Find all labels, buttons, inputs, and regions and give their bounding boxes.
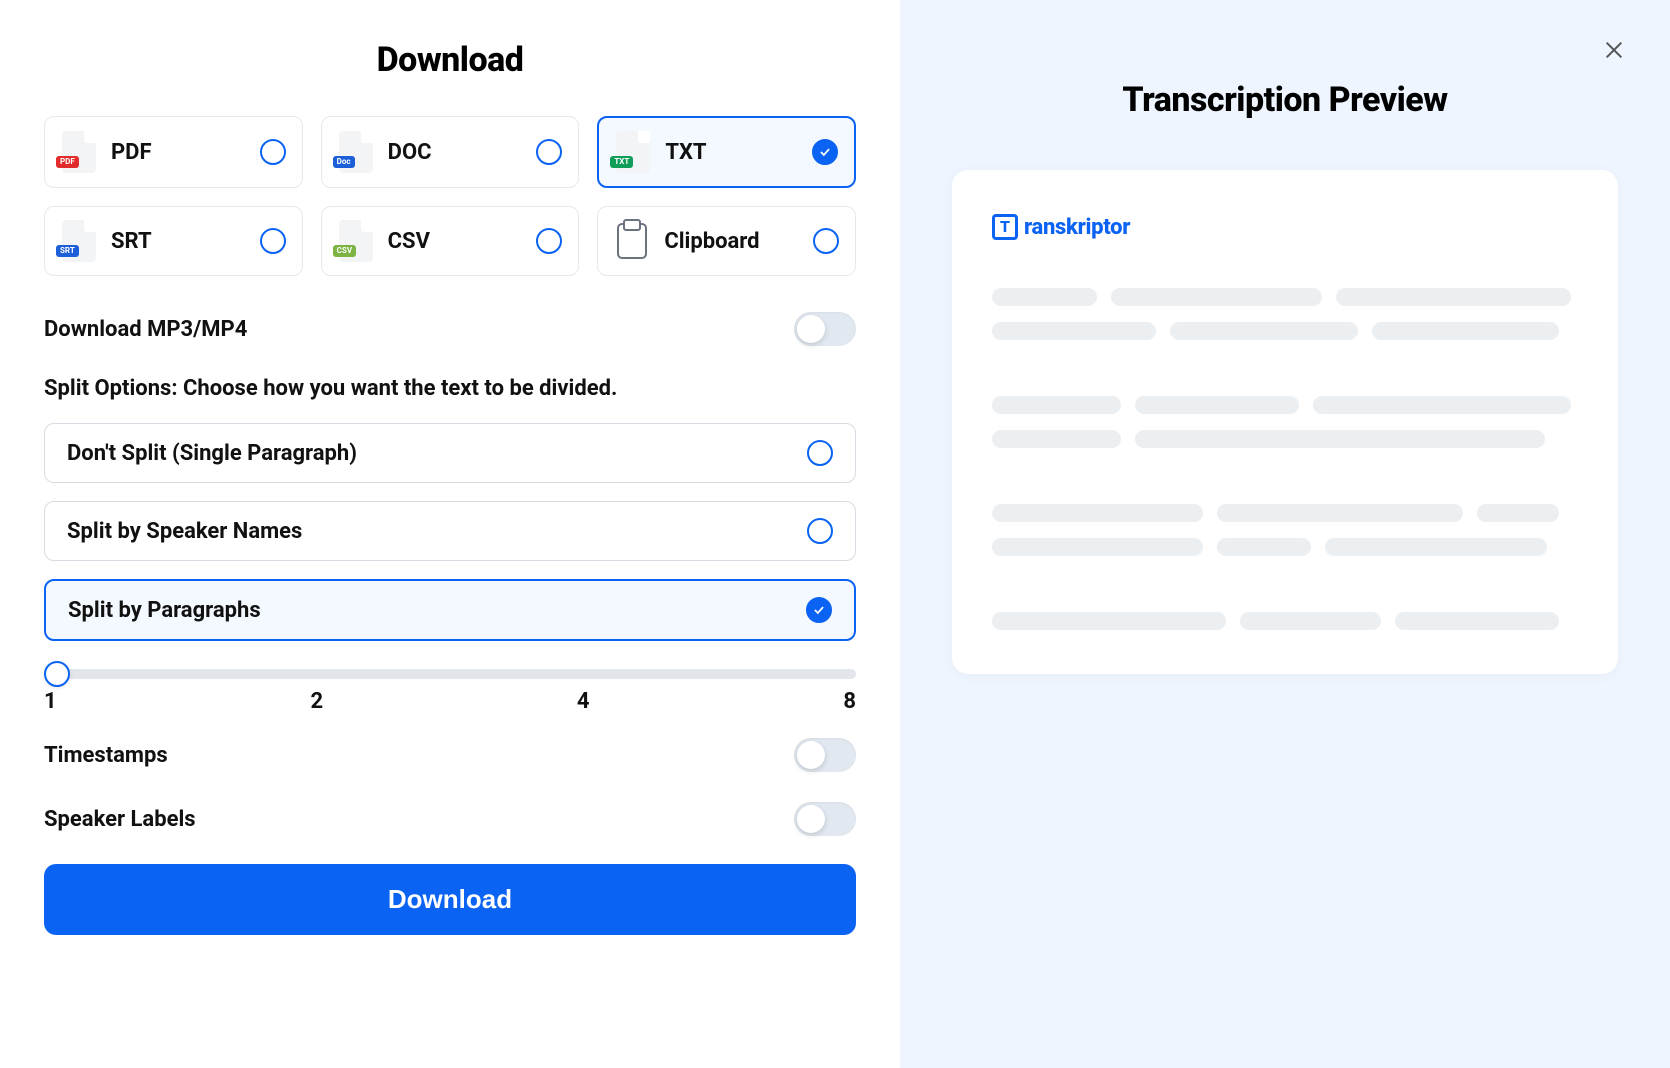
mp3-toggle-row: Download MP3/MP4 <box>44 312 856 346</box>
format-label: Clipboard <box>664 229 803 254</box>
split-option-label: Don't Split (Single Paragraph) <box>67 441 357 466</box>
download-panel: Download PDFPDFDocDOCTXTTXTSRTSRTCSVCSVC… <box>0 0 900 1068</box>
file-icon: PDF <box>57 130 101 174</box>
format-radio[interactable] <box>812 139 838 165</box>
file-icon: SRT <box>57 219 101 263</box>
format-label: DOC <box>388 140 527 165</box>
format-radio[interactable] <box>260 228 286 254</box>
format-radio[interactable] <box>813 228 839 254</box>
brand-text: ranskriptor <box>1024 215 1130 240</box>
slider-tick: 4 <box>577 689 590 714</box>
split-option-label: Split by Paragraphs <box>68 598 261 623</box>
clipboard-icon <box>610 219 654 263</box>
mp3-label: Download MP3/MP4 <box>44 317 247 342</box>
close-icon <box>1603 39 1625 61</box>
brand-logo: T ranskriptor <box>992 214 1578 240</box>
slider-tick: 2 <box>310 689 323 714</box>
format-radio[interactable] <box>536 139 562 165</box>
preview-panel: Transcription Preview T ranskriptor <box>900 0 1670 1068</box>
slider-tick: 1 <box>44 689 57 714</box>
preview-card: T ranskriptor <box>952 170 1618 674</box>
split-option-radio[interactable] <box>807 440 833 466</box>
format-label: TXT <box>665 140 802 165</box>
check-icon <box>812 603 826 617</box>
format-csv[interactable]: CSV CSV <box>321 206 580 276</box>
mp3-toggle[interactable] <box>794 312 856 346</box>
split-option-2[interactable]: Split by Paragraphs <box>44 579 856 641</box>
format-pdf[interactable]: PDF PDF <box>44 116 303 188</box>
format-label: PDF <box>111 140 250 165</box>
file-icon: CSV <box>334 219 378 263</box>
format-srt[interactable]: SRT SRT <box>44 206 303 276</box>
preview-title: Transcription Preview <box>952 80 1618 120</box>
split-option-radio[interactable] <box>806 597 832 623</box>
format-radio[interactable] <box>536 228 562 254</box>
timestamps-row: Timestamps <box>44 738 856 772</box>
close-button[interactable] <box>1598 34 1630 66</box>
format-label: CSV <box>388 229 527 254</box>
brand-icon: T <box>992 214 1018 240</box>
split-options-list: Don't Split (Single Paragraph) Split by S… <box>44 423 856 641</box>
download-button[interactable]: Download <box>44 864 856 935</box>
format-clipboard[interactable]: Clipboard <box>597 206 856 276</box>
slider-tick: 8 <box>843 689 856 714</box>
timestamps-toggle[interactable] <box>794 738 856 772</box>
split-option-1[interactable]: Split by Speaker Names <box>44 501 856 561</box>
format-txt[interactable]: TXT TXT <box>597 116 856 188</box>
check-icon <box>818 145 832 159</box>
panel-title: Download <box>44 40 856 80</box>
speaker-labels-label: Speaker Labels <box>44 807 196 832</box>
split-option-radio[interactable] <box>807 518 833 544</box>
file-icon: TXT <box>611 130 655 174</box>
format-grid: PDF PDF Doc DOC TXT TXT SRT SRT CSV CSV Clipboard <box>44 116 856 276</box>
split-option-0[interactable]: Don't Split (Single Paragraph) <box>44 423 856 483</box>
preview-skeleton <box>992 288 1578 630</box>
speaker-labels-toggle[interactable] <box>794 802 856 836</box>
format-doc[interactable]: Doc DOC <box>321 116 580 188</box>
timestamps-label: Timestamps <box>44 743 168 768</box>
slider-thumb[interactable] <box>44 661 70 687</box>
split-section-label: Split Options: Choose how you want the t… <box>44 376 856 401</box>
format-radio[interactable] <box>260 139 286 165</box>
paragraph-slider[interactable]: 1 2 4 8 <box>44 661 856 714</box>
file-icon: Doc <box>334 130 378 174</box>
slider-ticks: 1 2 4 8 <box>44 689 856 714</box>
speaker-labels-row: Speaker Labels <box>44 802 856 836</box>
split-option-label: Split by Speaker Names <box>67 519 302 544</box>
format-label: SRT <box>111 229 250 254</box>
